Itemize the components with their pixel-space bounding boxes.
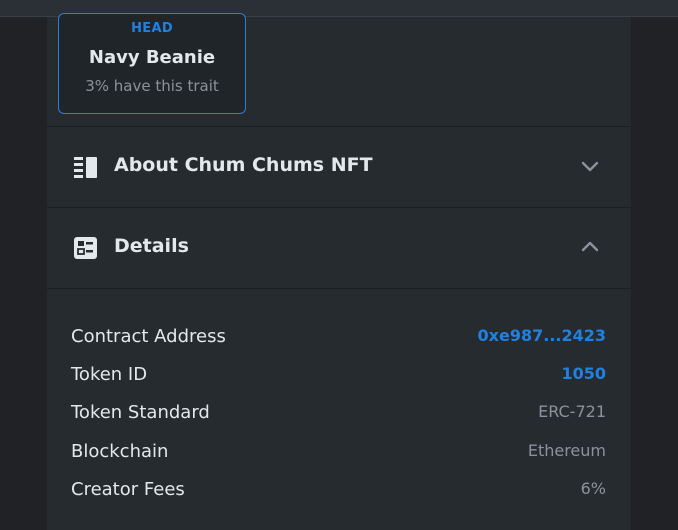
trait-card[interactable]: HEAD Navy Beanie 3% have this trait <box>58 13 246 114</box>
about-section-title: About Chum Chums NFT <box>114 154 373 176</box>
detail-row-contract-address: Contract Address 0xe987...2423 <box>71 326 606 356</box>
details-icon <box>74 237 97 259</box>
detail-label: Contract Address <box>71 326 226 347</box>
detail-row-token-id: Token ID 1050 <box>71 364 606 394</box>
detail-label: Token Standard <box>71 402 210 423</box>
token-id-link[interactable]: 1050 <box>561 364 606 383</box>
blockchain-value: Ethereum <box>527 441 606 460</box>
traits-area: HEAD Navy Beanie 3% have this trait <box>47 13 631 127</box>
detail-label: Token ID <box>71 364 148 385</box>
creator-fees-value: 6% <box>580 479 606 498</box>
about-section-header[interactable]: About Chum Chums NFT <box>47 127 631 208</box>
detail-row-token-standard: Token Standard ERC-721 <box>71 402 606 432</box>
details-section-header[interactable]: Details <box>47 208 631 289</box>
trait-rarity: 3% have this trait <box>85 77 219 95</box>
detail-label: Creator Fees <box>71 479 185 500</box>
chevron-up-icon[interactable] <box>581 240 599 254</box>
trait-type: HEAD <box>131 21 173 36</box>
chevron-down-icon[interactable] <box>581 159 599 173</box>
detail-row-blockchain: Blockchain Ethereum <box>71 441 606 471</box>
detail-label: Blockchain <box>71 441 169 462</box>
list-icon <box>74 157 97 178</box>
details-section-title: Details <box>114 235 189 257</box>
contract-address-link[interactable]: 0xe987...2423 <box>478 326 606 345</box>
token-standard-value: ERC-721 <box>538 402 606 421</box>
detail-row-creator-fees: Creator Fees 6% <box>71 479 606 509</box>
item-details-panel: HEAD Navy Beanie 3% have this trait Abou… <box>46 13 632 530</box>
trait-value: Navy Beanie <box>88 47 216 68</box>
details-body: Contract Address 0xe987...2423 Token ID … <box>47 289 631 530</box>
